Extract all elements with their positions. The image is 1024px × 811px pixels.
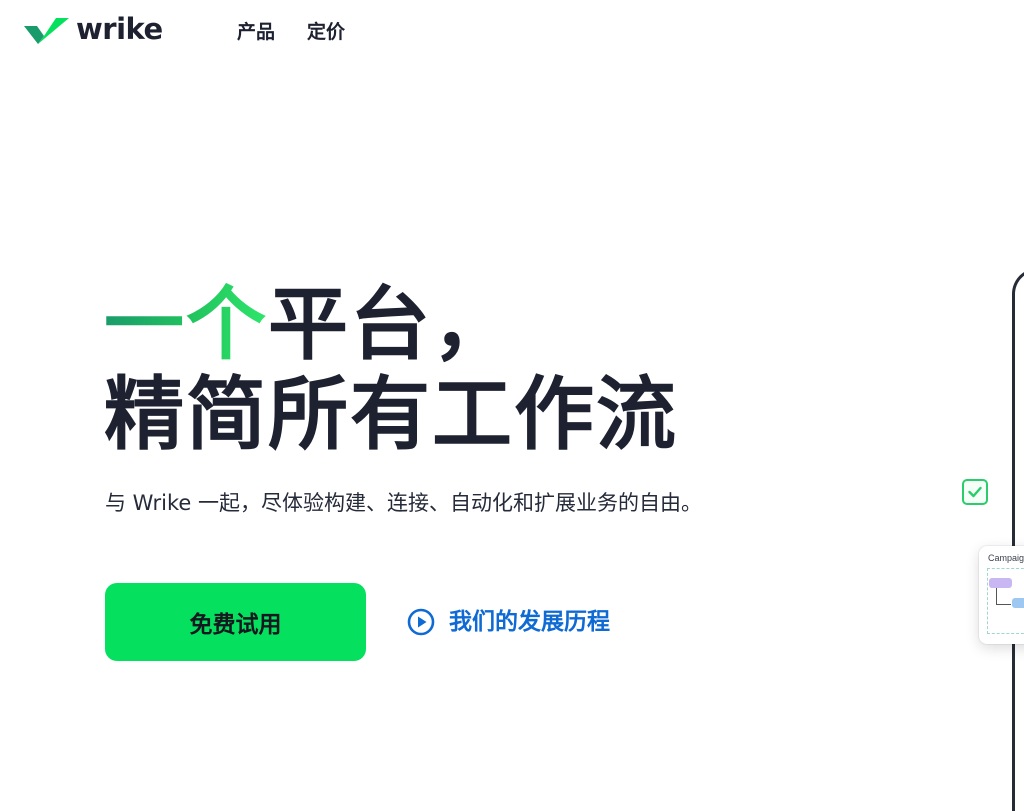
hero-headline: 一个平台， 精简所有工作流 xyxy=(104,280,678,460)
gantt-bar-blue xyxy=(1012,598,1024,608)
check-badge xyxy=(962,479,988,505)
hero-subtitle: 与 Wrike 一起，尽体验构建、连接、自动化和扩展业务的自由。 xyxy=(105,491,702,515)
campaign-label: Campaig xyxy=(988,553,1024,563)
site-header: wrike 产品 定价 xyxy=(0,0,1024,64)
headline-line1-rest: 平台， xyxy=(268,278,514,371)
wrike-logo[interactable]: wrike xyxy=(24,14,163,44)
free-trial-button[interactable]: 免费试用 xyxy=(105,583,366,661)
our-story-label: 我们的发展历程 xyxy=(449,609,610,635)
gantt-bar-purple xyxy=(989,578,1012,588)
nav-item-products[interactable]: 产品 xyxy=(237,19,275,45)
headline-accent: 一个 xyxy=(104,278,268,371)
logo-text: wrike xyxy=(76,12,163,46)
nav-item-pricing[interactable]: 定价 xyxy=(307,19,345,45)
device-mockup xyxy=(1012,268,1024,811)
check-icon xyxy=(968,486,982,498)
main-nav: 产品 定价 xyxy=(237,19,345,45)
headline-line2: 精简所有工作流 xyxy=(104,368,678,461)
play-circle-icon xyxy=(407,608,435,636)
our-story-link[interactable]: 我们的发展历程 xyxy=(407,605,610,639)
campaign-card: Campaig xyxy=(979,546,1024,644)
wrike-logo-icon xyxy=(24,18,69,44)
gantt-connector xyxy=(996,588,1011,605)
